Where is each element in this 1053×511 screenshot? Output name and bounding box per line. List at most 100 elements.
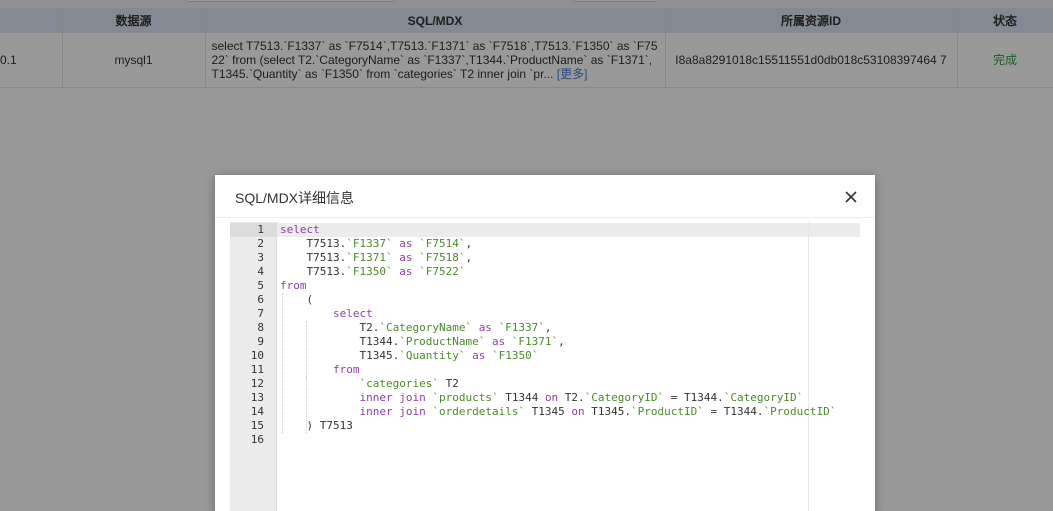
line-number: 13: [250, 391, 264, 404]
code-token: T1344: [498, 391, 545, 404]
line-number: 4: [257, 265, 264, 278]
code-token: `ProductID`: [631, 405, 704, 418]
code-token: as: [478, 321, 492, 334]
code-token: `CategoryName`: [379, 321, 473, 334]
code-token: = T1344.: [703, 405, 764, 418]
code-token: T7513.: [280, 251, 347, 264]
print-margin: [808, 222, 809, 511]
code-token: ,: [544, 321, 552, 334]
code-token: as: [399, 251, 413, 264]
code-token: `F7518`: [419, 251, 466, 264]
code-token: `F1350`: [346, 265, 393, 278]
code-token: T1345.: [584, 405, 632, 418]
code-token: `CategoryID`: [723, 391, 804, 404]
code-token: inner join: [359, 405, 426, 418]
code-token: `F7522`: [419, 265, 466, 278]
code-line: T2.`CategoryName` as `F1337`,: [280, 321, 552, 335]
line-number: 8: [257, 321, 264, 334]
code-token: ,: [465, 237, 473, 250]
line-number: 5: [257, 279, 264, 292]
code-token: select: [332, 307, 373, 320]
code-token: `ProductID`: [763, 405, 837, 418]
code-line: from: [280, 279, 307, 293]
code-token: T7513.: [280, 237, 347, 250]
code-token: as: [399, 265, 413, 278]
code-content[interactable]: select T7513.`F1337` as `F7514`, T7513.`…: [277, 222, 860, 511]
code-line: T1344.`ProductName` as `F1371`,: [280, 335, 565, 349]
line-number: 6: [257, 293, 264, 306]
code-token: `Quantity`: [399, 349, 466, 362]
code-token: T2.: [558, 391, 585, 404]
code-line: select: [280, 223, 320, 237]
code-token: on: [571, 405, 585, 418]
code-token: T1345: [525, 405, 572, 418]
code-token: ) T7513: [280, 419, 353, 432]
code-token: inner join: [359, 391, 426, 404]
code-token: (: [280, 293, 314, 306]
line-number: 12: [250, 377, 264, 390]
code-token: `F1371`: [511, 335, 559, 348]
code-token: `F1337`: [346, 237, 393, 250]
dialog-body: 1 2 3 4 5 6 7 8 9 10 11 12 13 14 15 16 select T7513.`F1…: [230, 222, 860, 511]
line-number: 15: [250, 419, 264, 432]
line-number: 16: [250, 433, 264, 446]
code-line: from: [280, 363, 360, 377]
code-token: `F7514`: [419, 237, 466, 250]
code-line: `categories` T2: [280, 377, 459, 391]
code-line: T7513.`F1337` as `F7514`,: [280, 237, 472, 251]
line-number-gutter: 1 2 3 4 5 6 7 8 9 10 11 12 13 14 15 16: [230, 222, 277, 511]
code-line: (: [280, 293, 313, 307]
code-token: `F1350`: [491, 349, 539, 362]
code-token: T1344.: [280, 335, 400, 348]
dialog-header: SQL/MDX详细信息: [215, 175, 875, 218]
code-token: select: [280, 223, 320, 236]
line-number: 10: [250, 349, 264, 362]
code-token: `F1371`: [346, 251, 393, 264]
code-token: ,: [465, 251, 473, 264]
code-token: T7513.: [280, 265, 347, 278]
code-token: `ProductName`: [399, 335, 486, 348]
code-token: from: [280, 279, 307, 292]
code-token: as: [491, 335, 506, 348]
close-icon: [845, 191, 857, 203]
code-token: `products`: [432, 391, 499, 404]
code-line: select: [280, 307, 373, 321]
dialog-title: SQL/MDX详细信息: [235, 190, 355, 206]
code-token: from: [332, 363, 360, 376]
code-line: T1345.`Quantity` as `F1350`: [280, 349, 538, 363]
line-number: 3: [257, 251, 264, 264]
sql-detail-dialog: SQL/MDX详细信息 1 2 3 4 5 6 7 8 9 10 11 12 13 14 15 16 sele…: [215, 175, 875, 511]
code-line: inner join `products` T1344 on T2.`Categ…: [280, 391, 803, 405]
sql-code-editor[interactable]: 1 2 3 4 5 6 7 8 9 10 11 12 13 14 15 16 select T7513.`F1…: [230, 222, 860, 511]
line-number: 11: [250, 363, 264, 376]
line-number: 14: [250, 405, 264, 418]
code-line: T7513.`F1350` as `F7522`: [280, 265, 465, 279]
code-token: T2: [438, 377, 459, 390]
code-token: T2.: [280, 321, 380, 334]
code-token: ,: [558, 335, 565, 348]
code-token: `categories`: [359, 377, 439, 390]
close-button[interactable]: [841, 187, 861, 207]
code-token: `orderdetails`: [432, 405, 526, 418]
code-line: inner join `orderdetails` T1345 on T1345…: [280, 405, 836, 419]
line-number: 9: [257, 335, 264, 348]
code-token: as: [472, 349, 486, 362]
code-token: = T1344.: [664, 391, 724, 404]
code-token: T1345.: [280, 349, 400, 362]
code-token: `CategoryID`: [584, 391, 665, 404]
line-number: 2: [257, 237, 264, 250]
code-line: ) T7513: [280, 419, 353, 433]
code-token: on: [544, 391, 559, 404]
code-token: as: [399, 237, 413, 250]
active-line-highlight: [277, 223, 860, 237]
